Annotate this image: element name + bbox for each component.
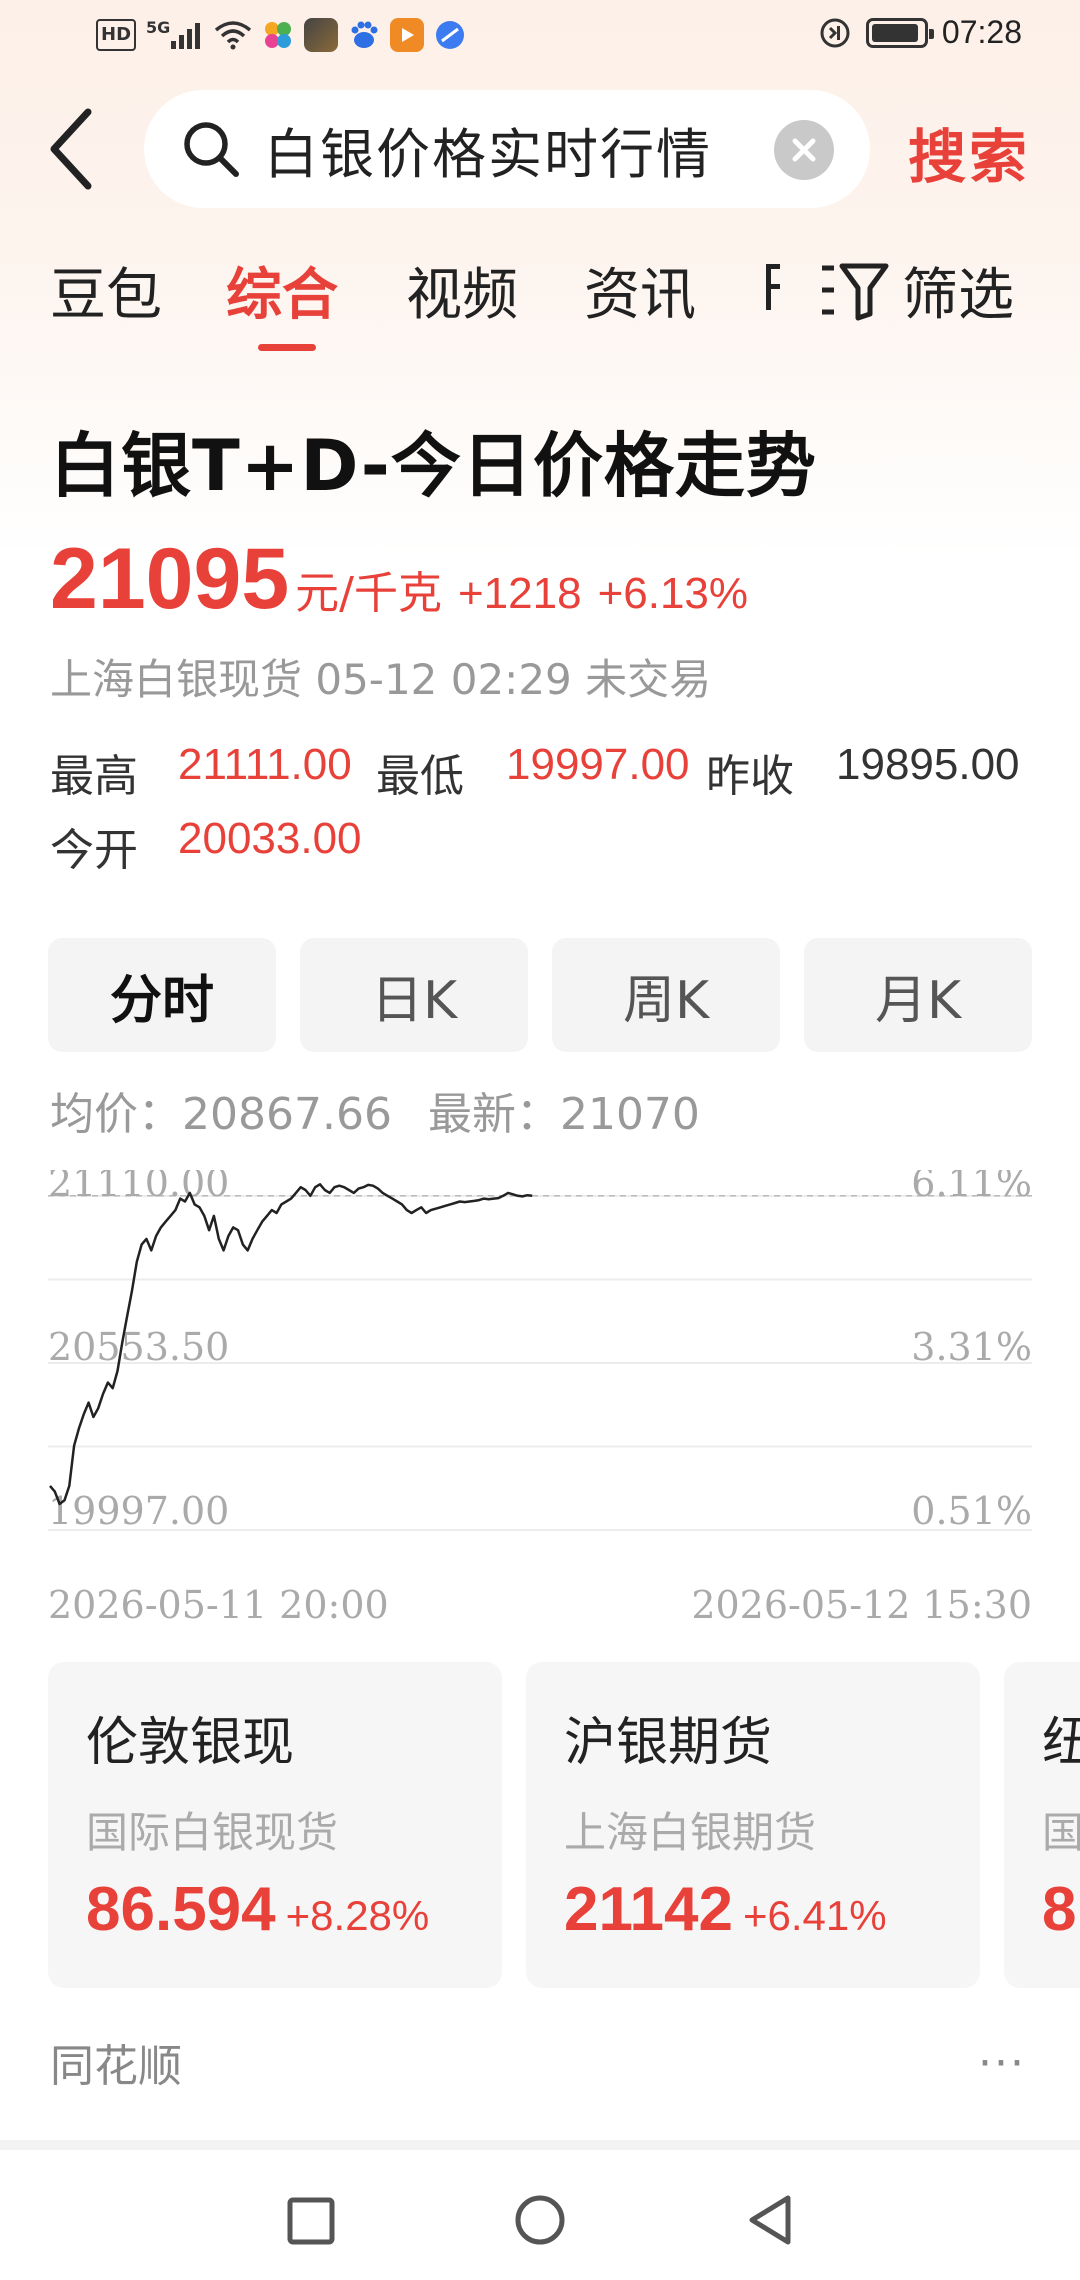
system-nav-bar bbox=[0, 2150, 1080, 2280]
open-value: 20033.00 bbox=[178, 814, 362, 863]
source-label: 同花顺 bbox=[50, 2041, 182, 2092]
filter-label: 筛选 bbox=[902, 263, 1014, 328]
open-label: 今开 bbox=[50, 825, 138, 876]
pinwheel-app-icon bbox=[262, 19, 294, 51]
square-icon bbox=[287, 2197, 335, 2245]
back-arrow-icon bbox=[50, 108, 92, 190]
card-value: 21142 bbox=[564, 1875, 733, 1944]
price-row: 21095 元/千克 +1218 +6.13% bbox=[50, 530, 748, 629]
avg-value: 20867.66 bbox=[182, 1089, 392, 1140]
search-input[interactable]: 白银价格实时行情 bbox=[144, 90, 870, 208]
filter-icon bbox=[822, 263, 889, 320]
category-tabs: 豆包 综合 视频 资讯 筛选 bbox=[50, 250, 1030, 360]
high-value: 21111.00 bbox=[178, 740, 352, 789]
recent-apps-button[interactable] bbox=[280, 2190, 340, 2250]
card-title: 伦敦银现 bbox=[86, 1713, 295, 1773]
market-card-london-silver[interactable]: 伦敦银现 国际白银现货 86.594 +8.28% bbox=[48, 1662, 502, 1988]
latest-label: 最新： bbox=[427, 1089, 560, 1140]
filter-button[interactable]: 筛选 bbox=[820, 250, 1014, 331]
chart-y-label: 20553.50 bbox=[48, 1325, 229, 1369]
chart-pct-label: 6.11% bbox=[911, 1170, 1032, 1205]
price-change: +1218 bbox=[457, 569, 582, 618]
close-icon bbox=[792, 138, 816, 162]
tab-video[interactable]: 视频 bbox=[406, 250, 518, 331]
back-button[interactable] bbox=[44, 104, 116, 204]
home-button[interactable] bbox=[510, 2190, 570, 2250]
prev-close-label: 昨收 bbox=[706, 751, 794, 802]
status-indicators: HD 5G bbox=[96, 18, 466, 52]
prev-close-value: 19895.00 bbox=[836, 740, 1020, 789]
high-label: 最高 bbox=[50, 751, 138, 802]
chart-x-label: 2026-05-12 15:30 bbox=[691, 1583, 1032, 1627]
chart-y-label: 19997.00 bbox=[48, 1489, 229, 1533]
chart-x-label: 2026-05-11 20:00 bbox=[48, 1583, 389, 1627]
search-button[interactable]: 搜索 bbox=[908, 110, 1030, 194]
back-nav-button[interactable] bbox=[740, 2190, 800, 2250]
chart-price-line bbox=[49, 1183, 533, 1506]
latest-value: 21070 bbox=[559, 1089, 700, 1140]
data-saver-icon bbox=[818, 17, 852, 49]
card-subtitle: 国际白银现货 bbox=[86, 1808, 339, 1857]
tab-doubao[interactable]: 豆包 bbox=[50, 250, 162, 331]
wifi-icon bbox=[214, 19, 252, 51]
card-value: 86.594 bbox=[86, 1875, 276, 1944]
battery-icon bbox=[865, 17, 934, 48]
low-value: 19997.00 bbox=[506, 740, 690, 789]
search-query[interactable]: 白银价格实时行情 bbox=[264, 110, 734, 189]
period-monthly-k[interactable]: 月K bbox=[804, 938, 1032, 1052]
baidu-icon bbox=[348, 19, 380, 51]
card-title: 沪银期货 bbox=[564, 1713, 773, 1773]
period-intraday[interactable]: 分时 bbox=[48, 938, 276, 1052]
card-subtitle: 上海白银期货 bbox=[564, 1808, 817, 1857]
status-right: 07:28 bbox=[818, 14, 1022, 51]
market-card-partial[interactable]: 纽 国 8 bbox=[1004, 1662, 1080, 1988]
card-pct: +8.28% bbox=[285, 1892, 430, 1939]
divider bbox=[0, 2140, 1080, 2150]
price-unit: 元/千克 bbox=[295, 568, 442, 619]
triangle-back-icon bbox=[749, 2195, 791, 2245]
signal-icon: 5G bbox=[146, 17, 204, 51]
clock: 07:28 bbox=[941, 14, 1022, 50]
tab-news[interactable]: 资讯 bbox=[584, 250, 696, 331]
card-pct: +6.41% bbox=[743, 1892, 887, 1939]
tab-partial-hidden[interactable] bbox=[762, 250, 784, 334]
chart-pct-label: 3.31% bbox=[911, 1325, 1032, 1369]
quote-subtitle: 上海白银现货 05-12 02:29 未交易 bbox=[50, 655, 712, 704]
market-card-shanghai-silver-futures[interactable]: 沪银期货 上海白银期货 21142 +6.41% bbox=[526, 1662, 980, 1988]
status-bar: HD 5G 07:28 bbox=[0, 0, 1080, 72]
video-app-icon bbox=[390, 18, 425, 52]
search-icon bbox=[184, 122, 239, 177]
low-label: 最低 bbox=[376, 751, 464, 802]
period-weekly-k[interactable]: 周K bbox=[552, 938, 780, 1052]
circle-icon bbox=[515, 2195, 565, 2245]
photo-app-icon bbox=[304, 18, 339, 52]
more-options-icon[interactable]: ··· bbox=[978, 2038, 1026, 2089]
battery-level bbox=[871, 23, 918, 42]
price-change-pct: +6.13% bbox=[597, 569, 749, 618]
intraday-chart[interactable]: 21110.00 20553.50 19997.00 6.11% 3.31% 0.51% 2… bbox=[48, 1161, 1032, 1640]
card-value: 8 bbox=[1042, 1875, 1077, 1944]
tab-comprehensive[interactable]: 综合 bbox=[226, 250, 338, 331]
quote-title[interactable]: 白银T+D-今日价格走势 bbox=[50, 410, 817, 511]
period-daily-k[interactable]: 日K bbox=[300, 938, 528, 1052]
active-tab-indicator bbox=[258, 344, 316, 351]
chart-y-label: 21110.00 bbox=[48, 1170, 229, 1205]
chart-pct-label: 0.51% bbox=[911, 1489, 1032, 1533]
chart-svg: 21110.00 20553.50 19997.00 6.11% 3.31% 0.51% 2… bbox=[48, 1161, 1032, 1627]
clear-search-button[interactable] bbox=[774, 120, 834, 180]
browser-app-icon bbox=[434, 19, 466, 51]
current-price: 21095 bbox=[50, 531, 290, 627]
hd-indicator: HD bbox=[96, 19, 137, 51]
network-type-label: 5G bbox=[146, 17, 171, 37]
chart-summary: 均价：20867.66 最新：21070 bbox=[50, 1078, 700, 1142]
avg-label: 均价： bbox=[50, 1089, 182, 1140]
